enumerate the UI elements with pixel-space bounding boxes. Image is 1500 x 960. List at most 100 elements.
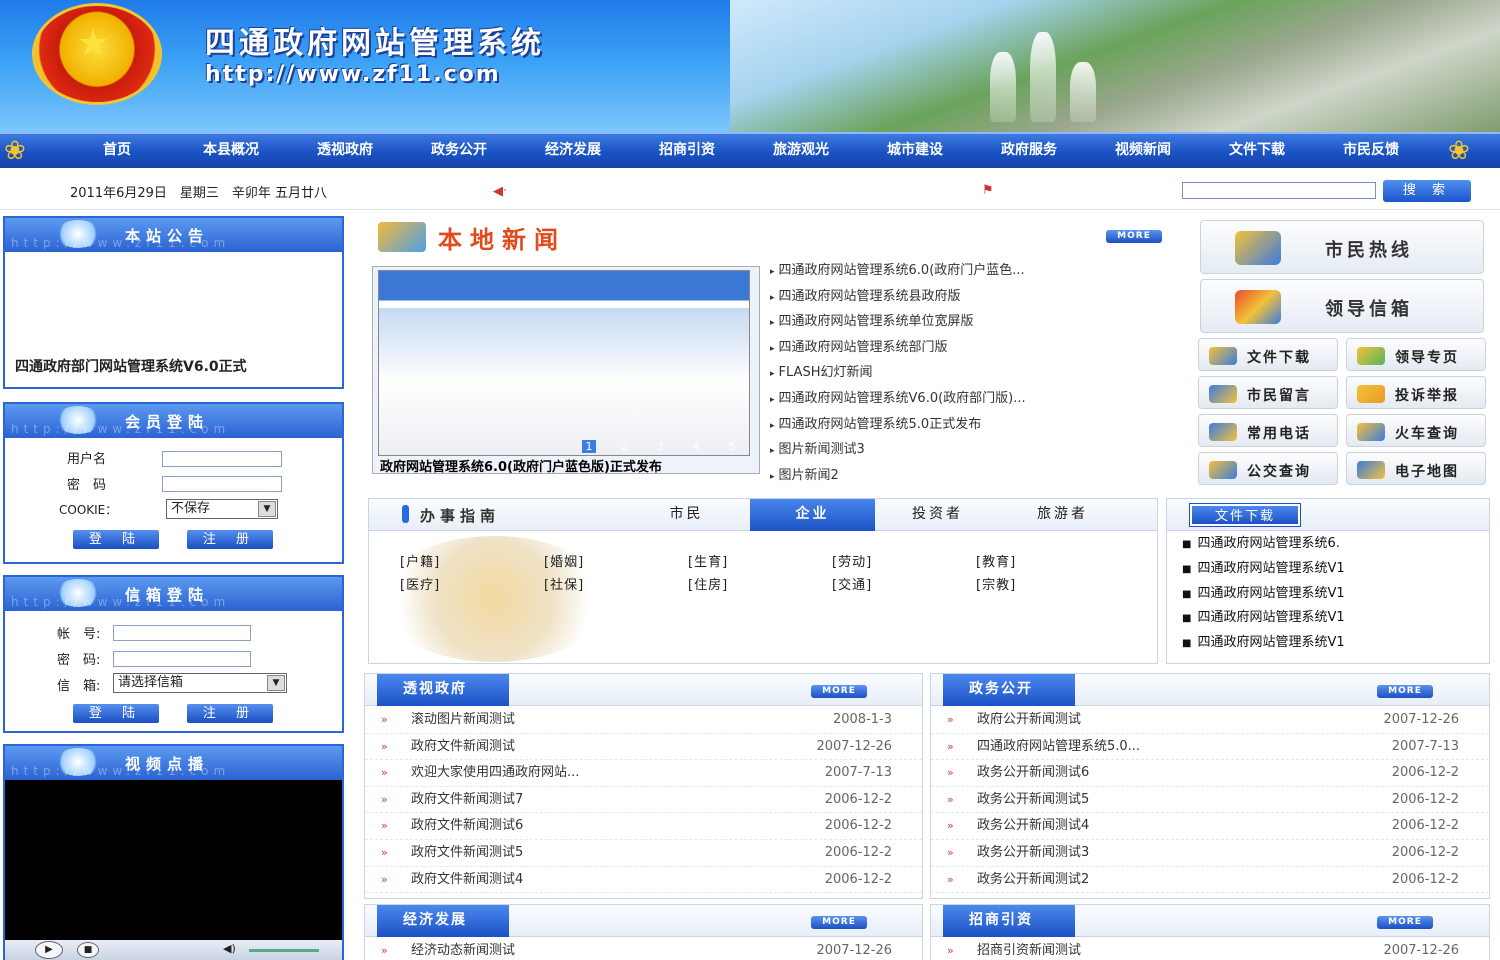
nav-item-economy[interactable]: 经济发展 — [516, 134, 630, 168]
list-item[interactable]: ■ 四通政府网站管理系统V1 — [1182, 606, 1482, 631]
search-button[interactable]: 搜 索 — [1383, 180, 1471, 202]
list-item[interactable]: ▸ 四通政府网站管理系统单位宽屏版 — [770, 309, 1165, 335]
guide-item[interactable]: [户籍] — [400, 551, 440, 570]
guide-item[interactable]: [住房] — [688, 574, 728, 593]
guide-item[interactable]: [交通] — [832, 574, 872, 593]
table-row[interactable]: » 政府文件新闻测试4 2006-12-2 — [365, 867, 922, 894]
guide-item[interactable]: [教育] — [976, 551, 1016, 570]
list-item[interactable]: ▸ 四通政府网站管理系统V6.0(政府部门版)... — [770, 386, 1165, 412]
guide-item[interactable]: [婚姻] — [544, 551, 584, 570]
file-download-button[interactable]: 文件下载 — [1198, 338, 1338, 371]
guide-item[interactable]: [宗教] — [976, 574, 1016, 593]
tab-investor[interactable]: 投资者 — [875, 499, 1000, 531]
list-item[interactable]: ■ 四通政府网站管理系统V1 — [1182, 557, 1482, 582]
table-row[interactable]: » 政务公开新闻测试3 2006-12-2 — [931, 840, 1489, 867]
nav-item-public-affairs[interactable]: 政务公开 — [402, 134, 516, 168]
tab-enterprise[interactable]: 企业 — [750, 499, 875, 531]
leader-page-button[interactable]: 领导专页 — [1346, 338, 1486, 371]
volume-slider[interactable] — [249, 949, 319, 952]
nav-item-county-overview[interactable]: 本县概况 — [174, 134, 288, 168]
table-row[interactable]: » 滚动图片新闻测试 2008-1-3 — [365, 707, 922, 734]
mail-password-input[interactable] — [113, 651, 251, 667]
nav-item-video-news[interactable]: 视频新闻 — [1086, 134, 1200, 168]
list-item[interactable]: ■ 四通政府网站管理系统V1 — [1182, 582, 1482, 607]
slide-number[interactable]: 2 — [618, 440, 632, 453]
nav-item-feedback[interactable]: 市民反馈 — [1314, 134, 1428, 168]
list-item[interactable]: ■ 四通政府网站管理系统V1 — [1182, 631, 1482, 656]
nav-item-services[interactable]: 政府服务 — [972, 134, 1086, 168]
phone-directory-button[interactable]: 常用电话 — [1198, 414, 1338, 447]
table-row[interactable]: » 政务公开新闻测试5 2006-12-2 — [931, 787, 1489, 814]
mailbox-select[interactable]: 请选择信箱 ▼ — [113, 673, 287, 693]
tab-downloads[interactable]: 文件下载 — [1189, 503, 1301, 527]
panel-more-button[interactable]: MORE — [811, 916, 867, 929]
guide-item[interactable]: [医疗] — [400, 574, 440, 593]
account-input[interactable] — [113, 625, 251, 641]
panel-more-button[interactable]: MORE — [1377, 916, 1433, 929]
table-row[interactable]: » 政务公开新闻测试6 2006-12-2 — [931, 760, 1489, 787]
panel-title[interactable]: 招商引资 — [943, 905, 1075, 937]
slide-number[interactable]: 5 — [725, 440, 739, 453]
e-map-button[interactable]: 电子地图 — [1346, 452, 1486, 485]
slideshow-image[interactable] — [378, 270, 750, 456]
table-row[interactable]: » 政务公开新闻测试2 2006-12-2 — [931, 867, 1489, 894]
list-item[interactable]: ▸ 四通政府网站管理系统部门版 — [770, 335, 1165, 361]
nav-item-tourism[interactable]: 旅游观光 — [744, 134, 858, 168]
table-row[interactable]: » 招商引资新闻测试 2007-12-26 — [931, 938, 1489, 960]
list-item[interactable]: ▸ 图片新闻2 — [770, 463, 1165, 489]
play-icon[interactable]: ▶ — [35, 941, 63, 959]
news-more-button[interactable]: MORE — [1106, 230, 1162, 243]
list-item[interactable]: ▸ FLASH幻灯新闻 — [770, 360, 1165, 386]
table-row[interactable]: » 经济动态新闻测试 2007-12-26 — [365, 938, 922, 960]
train-query-button[interactable]: 火车查询 — [1346, 414, 1486, 447]
table-row[interactable]: » 政务公开新闻测试4 2006-12-2 — [931, 813, 1489, 840]
nav-item-government[interactable]: 透视政府 — [288, 134, 402, 168]
slide-number[interactable]: 3 — [653, 440, 667, 453]
leader-mailbox-button[interactable]: 领导信箱 — [1200, 279, 1484, 333]
list-item[interactable]: ▸ 四通政府网站管理系统5.0正式发布 — [770, 412, 1165, 438]
password-input[interactable] — [162, 476, 282, 492]
table-row[interactable]: » 政府文件新闻测试5 2006-12-2 — [365, 840, 922, 867]
panel-more-button[interactable]: MORE — [1377, 685, 1433, 698]
member-login-button[interactable]: 登 陆 — [73, 530, 159, 549]
notice-text[interactable]: 四通政府部门网站管理系统V6.0正式 — [15, 356, 247, 376]
nav-item-home[interactable]: 首页 — [60, 134, 174, 168]
member-register-button[interactable]: 注 册 — [187, 530, 273, 549]
video-player[interactable] — [5, 780, 342, 940]
guide-item[interactable]: [生育] — [688, 551, 728, 570]
stop-icon[interactable]: ■ — [77, 942, 99, 958]
citizen-message-button[interactable]: 市民留言 — [1198, 376, 1338, 409]
complaint-button[interactable]: 投诉举报 — [1346, 376, 1486, 409]
citizen-hotline-button[interactable]: 市民热线 — [1200, 220, 1484, 274]
cookie-select[interactable]: 不保存 ▼ — [166, 499, 278, 519]
tab-tourist[interactable]: 旅游者 — [1000, 499, 1125, 531]
table-row[interactable]: » 欢迎大家使用四通政府网站... 2007-7-13 — [365, 760, 922, 787]
list-item[interactable]: ▸ 四通政府网站管理系统县政府版 — [770, 284, 1165, 310]
bus-query-button[interactable]: 公交查询 — [1198, 452, 1338, 485]
panel-more-button[interactable]: MORE — [811, 685, 867, 698]
table-row[interactable]: » 四通政府网站管理系统5.0... 2007-7-13 — [931, 734, 1489, 761]
mail-login-button[interactable]: 登 陆 — [73, 704, 159, 723]
panel-title[interactable]: 政务公开 — [943, 674, 1075, 706]
mail-register-button[interactable]: 注 册 — [187, 704, 273, 723]
nav-item-downloads[interactable]: 文件下载 — [1200, 134, 1314, 168]
list-item[interactable]: ■ 四通政府网站管理系统6. — [1182, 532, 1482, 557]
slideshow-caption[interactable]: 政府网站管理系统6.0(政府门户蓝色版)正式发布 — [380, 456, 752, 475]
tab-citizen[interactable]: 市民 — [624, 499, 749, 531]
table-row[interactable]: » 政府公开新闻测试 2007-12-26 — [931, 707, 1489, 734]
username-input[interactable] — [162, 451, 282, 467]
list-item[interactable]: ▸ 图片新闻测试3 — [770, 437, 1165, 463]
guide-item[interactable]: [劳动] — [832, 551, 872, 570]
panel-title[interactable]: 透视政府 — [377, 674, 509, 706]
panel-title[interactable]: 经济发展 — [377, 905, 509, 937]
nav-item-investment[interactable]: 招商引资 — [630, 134, 744, 168]
list-item[interactable]: ▸ 四通政府网站管理系统6.0(政府门户蓝色... — [770, 258, 1165, 284]
guide-item[interactable]: [社保] — [544, 574, 584, 593]
nav-item-urban[interactable]: 城市建设 — [858, 134, 972, 168]
search-input[interactable] — [1182, 182, 1376, 199]
table-row[interactable]: » 政府文件新闻测试7 2006-12-2 — [365, 787, 922, 814]
slide-number[interactable]: 1 — [582, 440, 596, 453]
slide-number[interactable]: 4 — [689, 440, 703, 453]
table-row[interactable]: » 政府文件新闻测试 2007-12-26 — [365, 734, 922, 761]
volume-icon[interactable]: ◀) — [223, 942, 236, 955]
